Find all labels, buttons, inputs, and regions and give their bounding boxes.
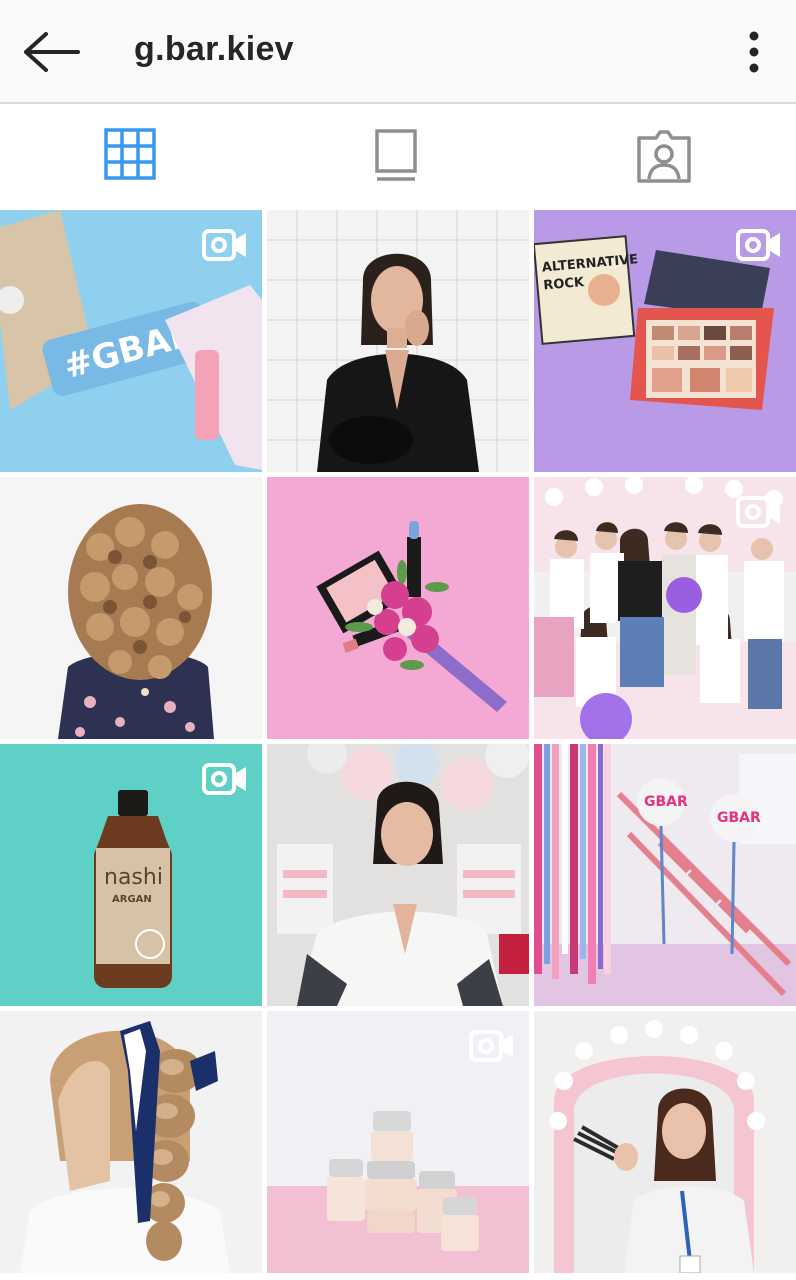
app-header: g.bar.kiev xyxy=(0,0,796,104)
svg-text:GBAR: GBAR xyxy=(717,810,761,826)
profile-tabs xyxy=(0,104,796,210)
post-thumbnail[interactable] xyxy=(534,1011,796,1273)
video-icon xyxy=(469,1030,513,1062)
post-thumbnail[interactable] xyxy=(267,1011,529,1273)
video-icon xyxy=(202,763,246,795)
post-thumbnail[interactable] xyxy=(267,210,529,472)
post-image xyxy=(0,1011,262,1273)
video-icon xyxy=(202,229,246,261)
more-options-button[interactable] xyxy=(736,28,772,76)
post-grid: #GBAR ALTERNATIVE ROCK nashi ARGAN GBAR … xyxy=(0,210,796,1280)
post-thumbnail[interactable] xyxy=(267,477,529,739)
back-button[interactable] xyxy=(22,26,82,78)
post-image xyxy=(267,210,529,472)
post-thumbnail[interactable]: #GBAR xyxy=(0,210,262,472)
post-thumbnail[interactable]: ALTERNATIVE ROCK xyxy=(534,210,796,472)
post-thumbnail[interactable]: nashi ARGAN xyxy=(0,744,262,1006)
profile-username: g.bar.kiev xyxy=(134,30,294,68)
tagged-person-icon xyxy=(637,130,691,183)
post-thumbnail[interactable] xyxy=(534,477,796,739)
tab-tagged[interactable] xyxy=(530,104,795,210)
post-thumbnail[interactable] xyxy=(267,744,529,1006)
post-image xyxy=(0,477,262,739)
tab-grid[interactable] xyxy=(0,104,265,210)
tab-feed[interactable] xyxy=(265,104,530,210)
svg-text:ARGAN: ARGAN xyxy=(112,894,152,905)
post-image: GBAR GBAR xyxy=(534,744,796,1006)
grid-icon xyxy=(104,128,156,180)
video-icon xyxy=(736,229,780,261)
post-thumbnail[interactable] xyxy=(0,477,262,739)
post-image xyxy=(267,477,529,739)
feed-icon xyxy=(375,129,417,181)
more-vertical-icon xyxy=(749,31,759,73)
svg-text:nashi: nashi xyxy=(104,865,163,890)
post-image xyxy=(267,744,529,1006)
svg-text:GBAR: GBAR xyxy=(644,794,688,810)
video-icon xyxy=(736,496,780,528)
post-thumbnail[interactable] xyxy=(0,1011,262,1273)
arrow-left-icon xyxy=(24,32,80,72)
post-image xyxy=(534,1011,796,1273)
post-thumbnail[interactable]: GBAR GBAR xyxy=(534,744,796,1006)
